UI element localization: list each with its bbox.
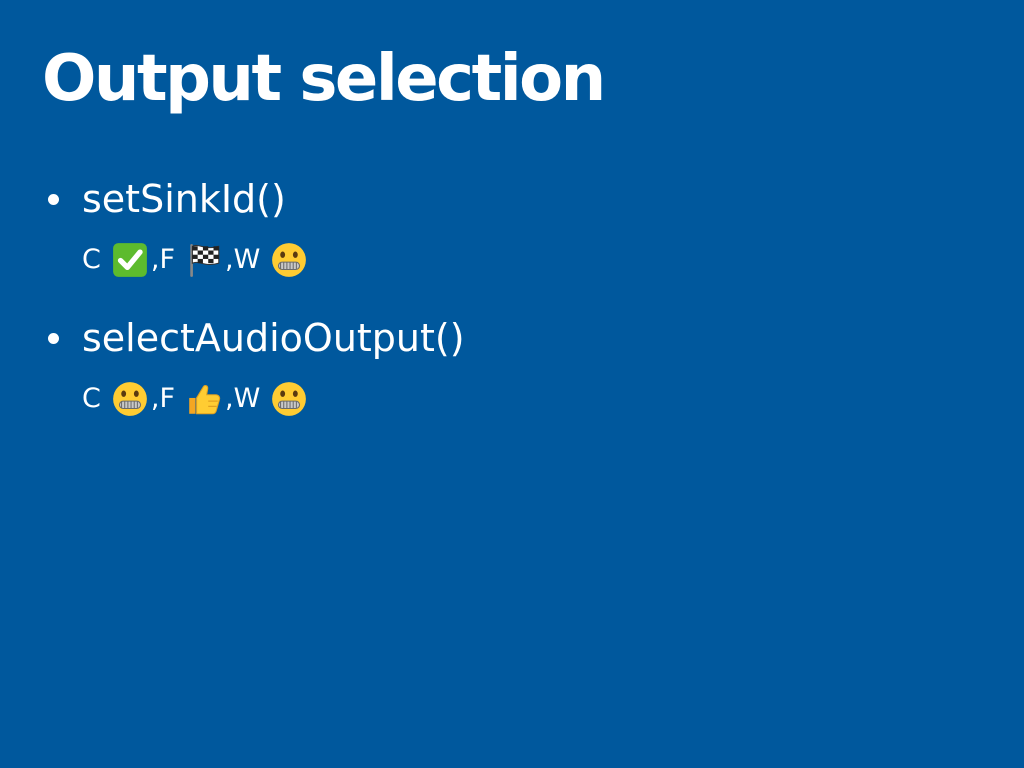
browser-firefox: F [159, 244, 175, 275]
zipper-mouth-face-icon [270, 241, 308, 279]
zipper-mouth-face-icon [270, 380, 308, 418]
api-name: setSinkId() [82, 177, 286, 221]
browser-firefox: F [159, 383, 175, 414]
checkered-flag-icon [185, 241, 223, 279]
check-mark-icon [111, 241, 149, 279]
slide-title: Output selection [42, 42, 606, 116]
thumbs-up-icon [185, 380, 223, 418]
browser-webkit: W [233, 244, 261, 275]
browser-chrome: C [82, 383, 101, 414]
slide: Output selection setSinkId() C , F , W s… [0, 0, 1024, 768]
browser-support-line: C , F , W [82, 379, 310, 419]
separator: , [150, 383, 160, 414]
api-name: selectAudioOutput() [82, 316, 465, 360]
zipper-mouth-face-icon [111, 380, 149, 418]
browser-webkit: W [233, 383, 261, 414]
browser-chrome: C [82, 244, 101, 275]
bullet-dot [48, 194, 59, 205]
browser-support-line: C , F , W [82, 240, 310, 280]
separator: , [224, 244, 234, 275]
bullet-dot [48, 333, 59, 344]
separator: , [150, 244, 160, 275]
separator: , [224, 383, 234, 414]
